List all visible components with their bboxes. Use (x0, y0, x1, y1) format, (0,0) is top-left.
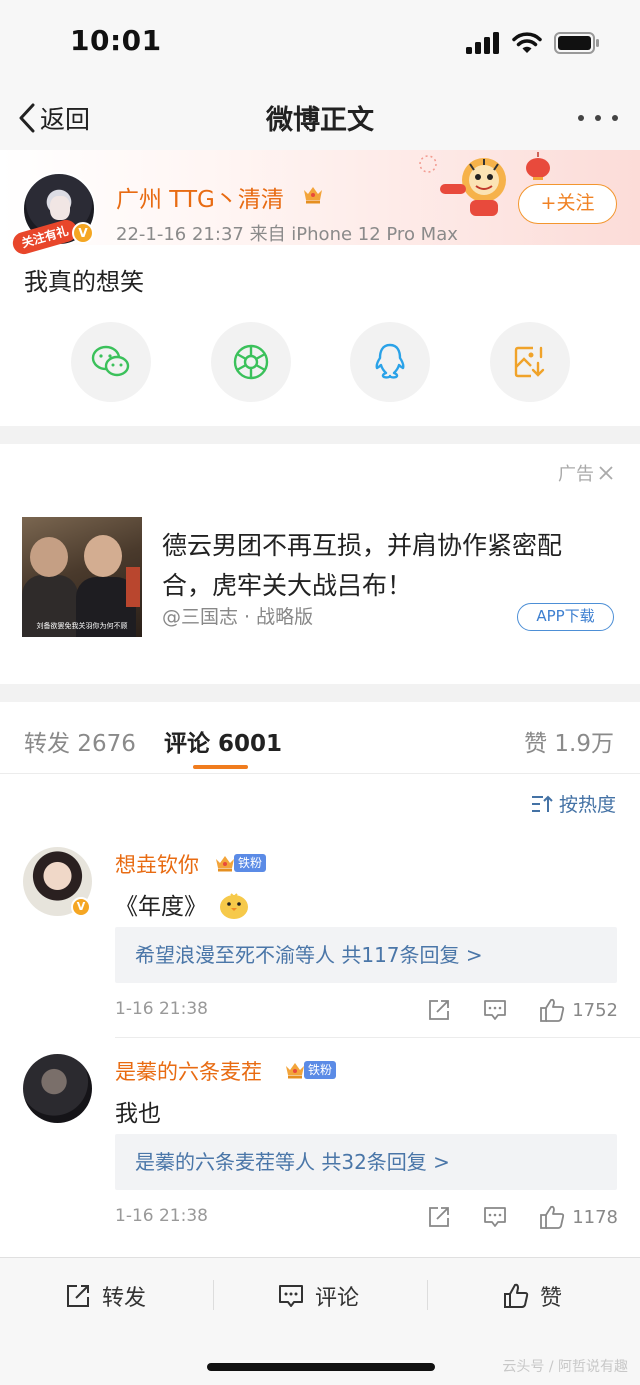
comment-text: 我也 (115, 1101, 161, 1127)
ad-image-caption: 刘备欲罢免我关羽你为何不顾 (36, 622, 128, 630)
verified-badge-icon: V (72, 222, 94, 244)
repost-label: 转发 (102, 1286, 147, 1311)
ad-image[interactable]: 刘备欲罢免我关羽你为何不顾 (22, 517, 142, 637)
comment-actions: 1178 (426, 1202, 618, 1232)
comment-icon[interactable] (482, 997, 508, 1023)
tab-repost[interactable]: 转发 2676 (24, 724, 136, 758)
comment-icon (279, 1285, 303, 1307)
divider (427, 1280, 428, 1310)
active-tab-indicator (193, 765, 248, 769)
ad-label: 广告 (558, 464, 594, 485)
sort-by-hot-button[interactable]: 按热度 (531, 790, 616, 817)
ad-source: @三国志 · 战略版 (162, 606, 314, 628)
comment-replies-link[interactable]: 希望浪漫至死不渝等人 共117条回复 > (115, 927, 617, 983)
share-wechat-button[interactable] (71, 322, 151, 402)
verified-badge-icon: V (71, 897, 91, 917)
fan-badge: 铁粉 (214, 853, 267, 873)
comment-text: 《年度》 (115, 887, 250, 921)
save-image-icon (514, 346, 545, 378)
comment-time: 1-16 21:38 (115, 999, 208, 1019)
ad-title[interactable]: 德云男团不再互损，并肩协作紧密配合，虎牢关大战吕布！ (162, 526, 602, 606)
tabs-row: 转发 2676 评论 6001 赞 1.9万 (0, 702, 640, 774)
watermark: 云头号 / 阿哲说有趣 (502, 1359, 628, 1375)
tab-like[interactable]: 赞 1.9万 (524, 724, 614, 758)
fan-tag: 铁粉 (234, 854, 267, 872)
status-bar: 10:01 (0, 0, 640, 86)
share-row (0, 322, 640, 402)
comment-replies-link[interactable]: 是蓁的六条麦茬等人 共32条回复 > (115, 1134, 617, 1190)
emoji-chick-icon (220, 893, 249, 919)
comment-actions: 1752 (426, 995, 618, 1025)
wechat-icon (91, 345, 130, 377)
dot-icon (578, 115, 584, 121)
repost-button[interactable]: 转发 (64, 1278, 146, 1314)
tiger-mascot-icon (419, 155, 506, 216)
ad-tag[interactable]: 广告 (558, 460, 614, 486)
status-time: 10:01 (70, 24, 162, 57)
like-count: 1752 (572, 999, 618, 1021)
back-button[interactable]: 返回 (18, 96, 90, 140)
thumbs-up-icon (504, 1283, 529, 1308)
qq-icon (375, 343, 405, 379)
signal-icon (466, 32, 499, 54)
share-moments-button[interactable] (211, 322, 291, 402)
dot-icon (595, 115, 601, 121)
bottom-action-bar: 转发 评论 赞 云头号 / 阿哲说有趣 (0, 1257, 640, 1385)
comment-author[interactable]: 是蓁的六条麦茬 (115, 1056, 262, 1086)
crown-icon (216, 856, 234, 872)
home-indicator[interactable] (207, 1363, 435, 1371)
close-icon[interactable] (598, 465, 614, 481)
share-icon[interactable] (426, 1204, 452, 1230)
follow-button[interactable]: +关注 (518, 184, 617, 224)
back-label: 返回 (40, 105, 91, 134)
comment-time: 1-16 21:38 (115, 1206, 208, 1226)
comment-label: 评论 (315, 1286, 360, 1311)
crown-icon (286, 1063, 304, 1079)
status-icons (466, 28, 600, 58)
fan-tag: 铁粉 (304, 1061, 337, 1079)
comments-section: 转发 2676 评论 6001 赞 1.9万 按热度 V 想垚钦你 铁粉 《年度… (0, 702, 640, 1257)
crown-icon (304, 187, 322, 204)
chevron-left-icon (19, 103, 35, 133)
ad-download-button[interactable]: APP下载 (517, 603, 614, 631)
repost-icon (67, 1285, 89, 1307)
post-text: 我真的想笑 (24, 268, 144, 296)
comment-avatar[interactable] (23, 1054, 92, 1123)
moments-icon (233, 344, 269, 380)
dot-icon (612, 115, 618, 121)
comment-author[interactable]: 想垚钦你 (115, 849, 199, 879)
page-title: 微博正文 (266, 105, 374, 136)
sort-label: 按热度 (558, 794, 616, 816)
thumbs-up-icon[interactable] (538, 997, 566, 1023)
like-button[interactable]: 赞 (502, 1278, 562, 1314)
author-name[interactable]: 广州 TTG丶清清 (116, 180, 284, 214)
battery-icon (554, 32, 599, 54)
wifi-icon (512, 32, 542, 53)
lantern-icon (526, 152, 550, 180)
fan-badge: 铁粉 (284, 1060, 337, 1080)
more-options-button[interactable] (578, 100, 618, 136)
comment-button[interactable]: 评论 (277, 1278, 359, 1314)
save-image-button[interactable] (490, 322, 570, 402)
divider (115, 1037, 640, 1038)
share-icon[interactable] (426, 997, 452, 1023)
like-count: 1178 (572, 1206, 618, 1228)
share-qq-button[interactable] (350, 322, 430, 402)
comment-icon[interactable] (482, 1204, 508, 1230)
tab-comment[interactable]: 评论 6001 (164, 724, 282, 758)
post-meta: 22-1-16 21:37 来自 iPhone 12 Pro Max (116, 224, 458, 245)
nav-bar: 返回 微博正文 (0, 86, 640, 150)
sort-icon (531, 795, 553, 812)
thumbs-up-icon[interactable] (538, 1204, 566, 1230)
divider (213, 1280, 214, 1310)
like-label: 赞 (540, 1286, 563, 1311)
